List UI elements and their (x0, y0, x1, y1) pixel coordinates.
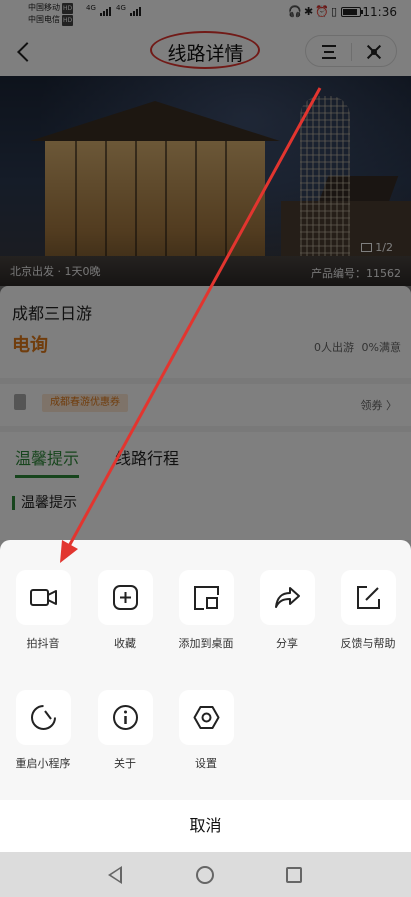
action-feedback[interactable]: 反馈与帮助 (328, 570, 408, 651)
home-circle-icon[interactable] (196, 866, 214, 884)
share-icon (259, 570, 315, 625)
video-camera-icon (15, 570, 71, 625)
action-add-to-desktop[interactable]: 添加到桌面 (166, 570, 246, 651)
feedback-icon (340, 570, 396, 625)
action-restart-miniprogram[interactable]: 重启小程序 (3, 690, 83, 771)
add-favorite-icon (97, 570, 153, 625)
action-about[interactable]: 关于 (85, 690, 165, 771)
action-settings[interactable]: 设置 (166, 690, 246, 771)
system-navigation-bar (0, 852, 411, 897)
action-record-douyin[interactable]: 拍抖音 (3, 570, 83, 651)
action-favorite[interactable]: 收藏 (85, 570, 165, 651)
restart-icon (15, 690, 71, 745)
action-sheet: 拍抖音 收藏 添加到桌面 分享 反馈与帮助 重启小程序 关于 设置 取消 (0, 540, 411, 852)
cancel-button[interactable]: 取消 (0, 800, 411, 852)
action-share[interactable]: 分享 (247, 570, 327, 651)
recents-square-icon[interactable] (286, 867, 302, 883)
info-icon (97, 690, 153, 745)
settings-icon (178, 690, 234, 745)
modal-backdrop[interactable] (0, 0, 411, 540)
add-to-desktop-icon (178, 570, 234, 625)
back-triangle-icon[interactable] (108, 866, 122, 884)
